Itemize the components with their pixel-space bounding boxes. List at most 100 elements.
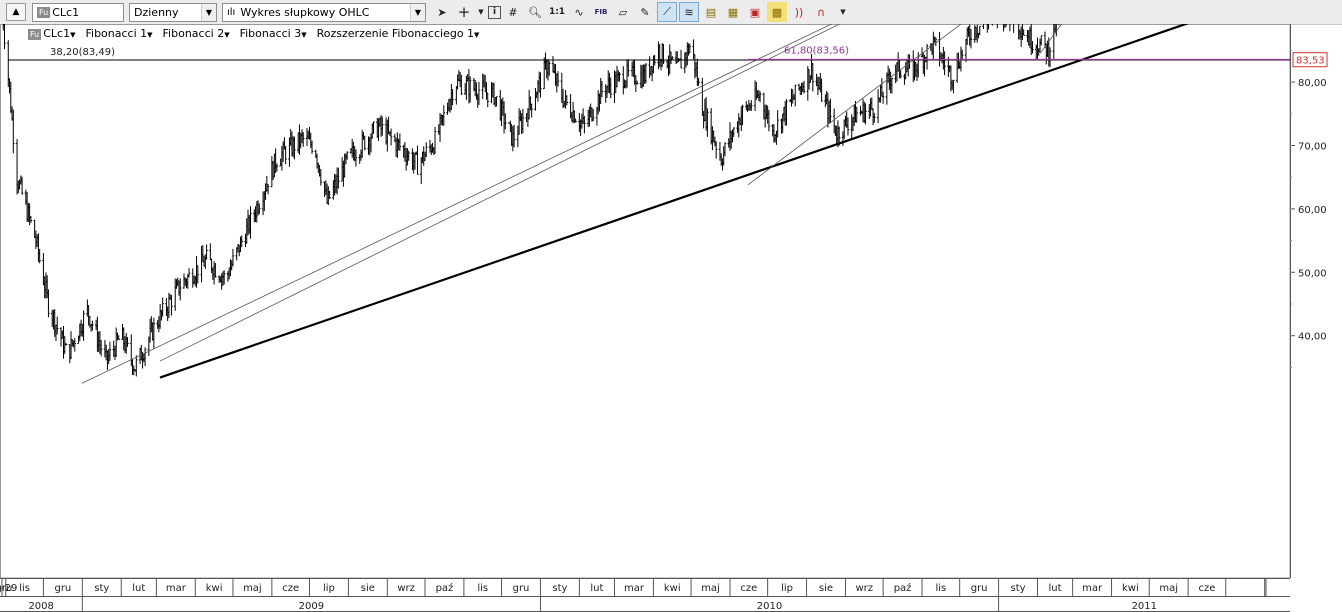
fib-icon[interactable]: FIB: [591, 2, 611, 22]
layout-3-icon[interactable]: ▣: [745, 2, 765, 22]
month-label: lip: [781, 583, 793, 594]
one-to-one-icon[interactable]: 1:1: [547, 2, 567, 22]
year-label: 2009: [299, 601, 324, 612]
ohlc-bar: [583, 115, 586, 134]
instrument-value: CLc1: [52, 5, 80, 19]
month-label: cze: [1198, 583, 1215, 594]
ohlc-bar: [701, 77, 704, 116]
ohlc-bar: [187, 268, 191, 278]
ohlc-bar: [135, 355, 138, 377]
ohlc-bar: [1008, 24, 1011, 32]
month-label: lut: [1049, 583, 1062, 594]
month-label: gru: [513, 583, 530, 594]
last-price-label: 83,53: [1296, 56, 1325, 67]
fib-61-label: 61,80(83,56): [784, 46, 849, 57]
month-label: sty: [552, 583, 567, 594]
ohlc-bar: [679, 49, 683, 69]
ohlc-bar: [938, 31, 941, 67]
price-chart[interactable]: 40,0050,0060,0070,0080,0090,00100,00110,…: [0, 24, 1342, 612]
instrument-field[interactable]: Fu CLc1: [32, 2, 124, 22]
cycle-icon[interactable]: )): [789, 2, 809, 22]
month-label: cze: [282, 583, 299, 594]
y-tick-label: 90,00: [1298, 24, 1327, 26]
month-label: kwi: [664, 583, 681, 594]
triangle-up-icon: ▲: [12, 7, 20, 17]
fib-tool-icon[interactable]: ≋: [679, 2, 699, 22]
chevron-down-icon: ▼: [410, 3, 425, 21]
month-label: maj: [243, 583, 262, 594]
eraser-icon[interactable]: ▱: [613, 2, 633, 22]
month-label: lis: [477, 583, 488, 594]
ohlc-bar: [416, 145, 419, 175]
y-tick-label: 50,00: [1298, 268, 1327, 279]
interval-select[interactable]: Dzienny ▼: [129, 2, 217, 22]
month-label: lut: [132, 583, 145, 594]
month-label: wrz: [397, 583, 415, 594]
ohlc-bar: [876, 89, 880, 124]
month-label: sty: [94, 583, 109, 594]
axes-group: 40,0050,0060,0070,0080,0090,00100,00110,…: [0, 24, 1342, 612]
ohlc-bar: [925, 43, 929, 70]
ohlc-bar: [534, 88, 537, 111]
y-tick-label: 80,00: [1298, 78, 1327, 89]
interval-value: Dzienny: [134, 5, 179, 19]
fan-line-1: [1039, 24, 1063, 54]
plot-frame: [0, 24, 1291, 579]
year-label: 2010: [757, 601, 782, 612]
month-label: paź: [436, 582, 454, 594]
month-label: sty: [1011, 583, 1026, 594]
drawings-group: [8, 24, 1290, 384]
ohlc-bar: [1013, 24, 1015, 33]
ohlc-bar: [389, 128, 393, 146]
month-label: gru: [0, 583, 12, 594]
wave-icon[interactable]: ∿: [569, 2, 589, 22]
fib-38-label: 38,20(83,49): [50, 47, 115, 58]
month-label: lut: [590, 583, 603, 594]
month-label: lis: [19, 583, 30, 594]
toolbar: ▲ Fu CLc1 Dzienny ▼ ılı Wykres słupkowy …: [0, 0, 1342, 25]
month-label: cze: [740, 583, 757, 594]
chevron-down-icon: ▼: [201, 3, 216, 21]
month-label: mar: [1082, 583, 1103, 594]
month-label: sie: [819, 583, 833, 594]
layout-1-icon[interactable]: ▤: [701, 2, 721, 22]
dropdown-arrow-icon[interactable]: ▼: [476, 2, 486, 22]
magnet-icon[interactable]: ∩: [811, 2, 831, 22]
crosshair-icon[interactable]: +: [454, 2, 474, 22]
year-label: 2011: [1132, 601, 1157, 612]
y-tick-label: 60,00: [1298, 205, 1327, 216]
future-chip-icon: Fu: [37, 6, 51, 18]
layout-4-icon[interactable]: ▩: [767, 2, 787, 22]
ohlc-bars-icon: ılı: [227, 6, 236, 18]
month-label: maj: [1159, 583, 1178, 594]
layout-2-icon[interactable]: ▦: [723, 2, 743, 22]
chart-type-icon[interactable]: #: [503, 2, 523, 22]
month-label: kwi: [206, 583, 223, 594]
trendline-icon[interactable]: ⟋: [657, 2, 677, 22]
ohlc-bar: [209, 243, 212, 261]
zoom-icon[interactable]: 🔍︎: [525, 2, 545, 22]
month-label: sie: [361, 583, 375, 594]
channel-line-long: [81, 24, 833, 384]
collapse-button[interactable]: ▲: [6, 3, 26, 21]
month-label: maj: [701, 583, 720, 594]
month-label: paź: [894, 582, 912, 594]
main-trendline: [159, 24, 1190, 379]
month-label: lis: [935, 583, 946, 594]
month-label: gru: [54, 583, 71, 594]
ohlc-bar: [714, 141, 718, 159]
info-icon[interactable]: i: [488, 5, 501, 19]
pen-icon[interactable]: ✎: [635, 2, 655, 22]
cursor-icon[interactable]: ➤: [432, 2, 452, 22]
more-icon[interactable]: ▼: [833, 2, 853, 22]
month-label: mar: [166, 583, 187, 594]
month-label: lip: [323, 583, 335, 594]
ohlc-bar: [425, 142, 428, 158]
y-tick-label: 40,00: [1298, 332, 1327, 343]
month-label: mar: [624, 583, 645, 594]
year-label: 2008: [28, 601, 53, 612]
chart-type-value: Wykres słupkowy OHLC: [240, 5, 370, 19]
month-label: gru: [971, 583, 988, 594]
month-label: kwi: [1122, 583, 1139, 594]
chart-type-select[interactable]: ılı Wykres słupkowy OHLC ▼: [222, 2, 426, 22]
